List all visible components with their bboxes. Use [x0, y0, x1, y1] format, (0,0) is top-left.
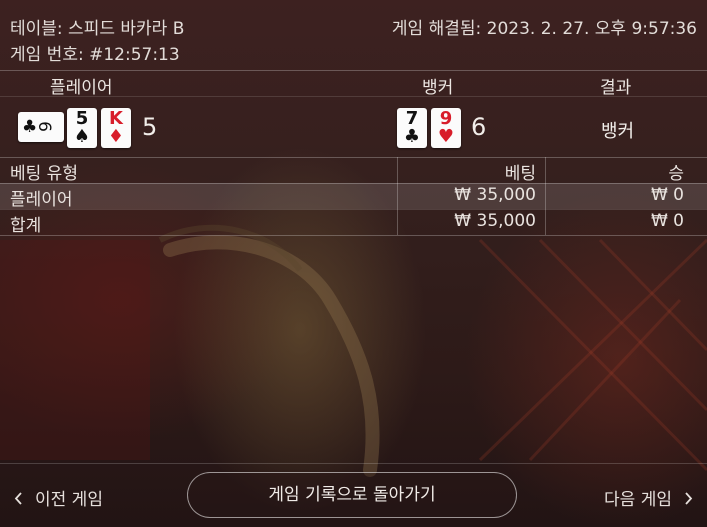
divider — [0, 209, 707, 210]
chevron-left-icon — [14, 490, 23, 510]
bet-type-header: 베팅 유형 — [10, 164, 78, 184]
next-game-label: 다음 게임 — [604, 490, 672, 510]
bet-amount: ₩ 35,000 — [454, 185, 536, 205]
table-row: 플레이어 ₩ 35,000 ₩ 0 — [0, 183, 707, 210]
divider — [0, 463, 707, 464]
divider — [0, 235, 707, 236]
prev-game-link[interactable]: 이전 게임 — [14, 485, 103, 510]
win-header: 승 — [668, 164, 684, 184]
table-row: 합계 ₩ 35,000 ₩ 0 — [0, 209, 707, 236]
bet-header: 베팅 — [504, 164, 536, 184]
result-value: 뱅커 — [601, 121, 635, 142]
result-header: 결과 — [600, 78, 632, 98]
column-divider — [397, 157, 398, 235]
win-amount: ₩ 0 — [650, 185, 684, 205]
chevron-right-icon — [684, 490, 693, 510]
next-game-link[interactable]: 다음 게임 — [604, 485, 693, 510]
banker-card-1: 7 ♣ — [397, 108, 427, 148]
divider — [0, 183, 707, 184]
prev-game-label: 이전 게임 — [35, 490, 103, 510]
game-number: 게임 번호: #12:57:13 — [10, 45, 180, 65]
player-card-1: ♣6 — [18, 112, 64, 142]
player-header: 플레이어 — [50, 78, 113, 98]
bet-table: 베팅 유형 베팅 승 플레이어 ₩ 35,000 ₩ 0 합계 ₩ 35,000… — [0, 157, 707, 236]
divider — [0, 96, 707, 97]
divider — [0, 70, 707, 71]
table-name: 테이블: 스피드 바카라 B — [10, 19, 185, 39]
player-score: 5 — [142, 113, 158, 141]
player-card-3: K ♦ — [101, 108, 131, 148]
resolved-timestamp: 게임 해결됨: 2023. 2. 27. 오후 9:57:36 — [391, 19, 697, 39]
banker-score: 6 — [471, 113, 487, 141]
player-card-2: 5 ♠ — [67, 108, 97, 148]
back-to-history-button[interactable]: 게임 기록으로 돌아가기 — [187, 472, 517, 518]
bet-type: 합계 — [10, 216, 42, 236]
footer-nav: 이전 게임 게임 기록으로 돌아가기 다음 게임 — [0, 465, 707, 527]
bet-amount: ₩ 35,000 — [454, 211, 536, 231]
win-amount: ₩ 0 — [650, 211, 684, 231]
bet-type: 플레이어 — [10, 190, 73, 210]
banker-header: 뱅커 — [422, 78, 454, 98]
banker-card-2: 9 ♥ — [431, 108, 461, 148]
column-divider — [545, 157, 546, 235]
bet-table-header-row: 베팅 유형 베팅 승 — [0, 157, 707, 184]
